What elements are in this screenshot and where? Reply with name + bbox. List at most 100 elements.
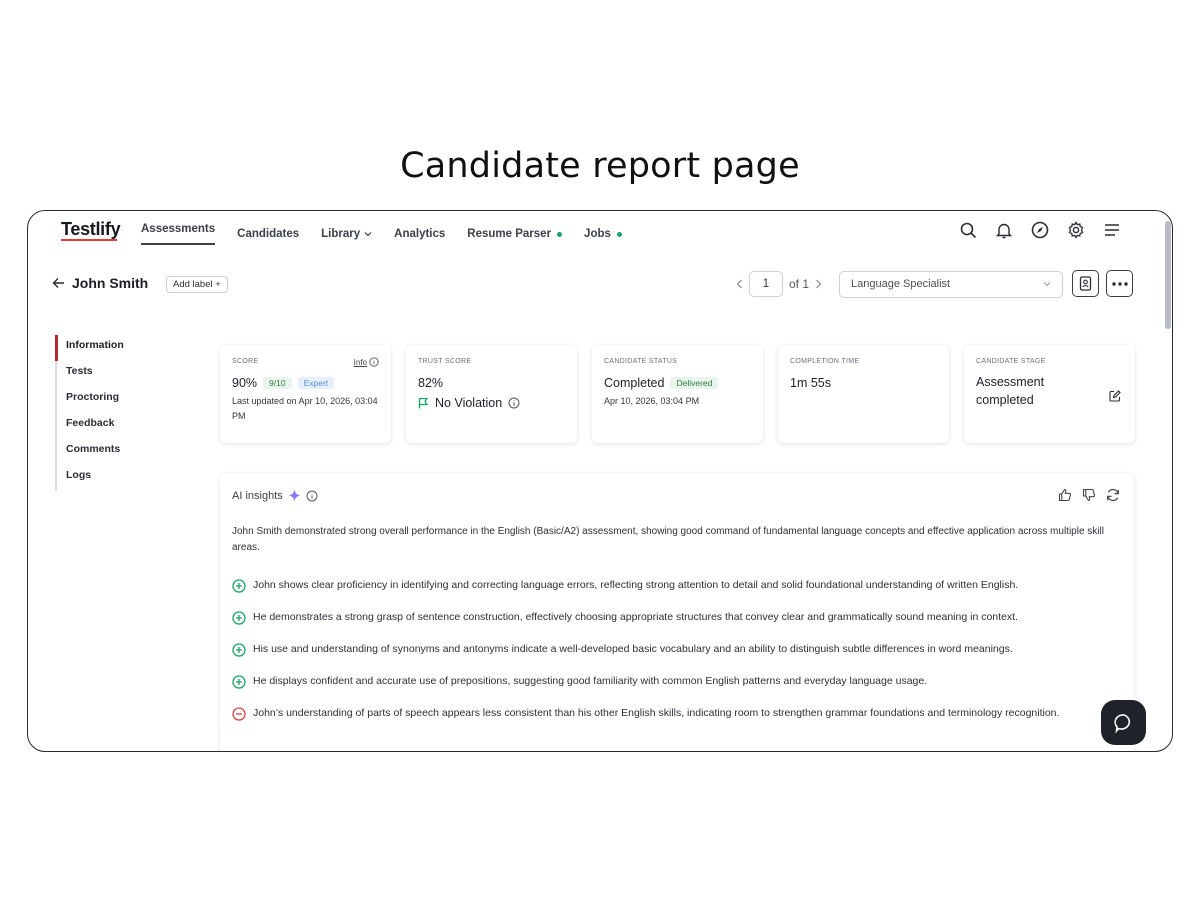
new-dot bbox=[557, 231, 563, 237]
sparkle-icon bbox=[288, 489, 301, 502]
nav-icons bbox=[958, 220, 1122, 240]
plus-circle-icon bbox=[232, 640, 247, 664]
sidebar-item-logs[interactable]: Logs bbox=[57, 465, 124, 491]
insight-item-negative: John’s understanding of parts of speech … bbox=[232, 704, 1124, 728]
trust-value: 82% bbox=[418, 376, 444, 390]
sidebar-item-comments[interactable]: Comments bbox=[57, 439, 124, 465]
edit-icon[interactable] bbox=[1109, 389, 1121, 407]
score-value: 90% bbox=[232, 376, 258, 390]
chevron-left-icon[interactable] bbox=[736, 279, 743, 289]
logo-text: Testlify bbox=[61, 219, 121, 239]
stage-title: CANDIDATE STAGE bbox=[976, 358, 1046, 365]
report-button[interactable] bbox=[1072, 270, 1099, 297]
assessment-select[interactable]: Language Specialist bbox=[839, 271, 1063, 298]
sidebar-item-proctoring[interactable]: Proctoring bbox=[57, 387, 124, 413]
ai-insights-list: John shows clear proficiency in identify… bbox=[232, 576, 1124, 736]
assessment-select-value: Language Specialist bbox=[851, 278, 951, 290]
back-arrow-icon[interactable] bbox=[52, 276, 65, 294]
page-number-input[interactable]: 1 bbox=[749, 271, 783, 297]
nav-analytics[interactable]: Analytics bbox=[394, 223, 445, 245]
trust-score-card: TRUST SCORE 82% No Violation bbox=[406, 345, 577, 443]
top-nav: Testlify Assessments Candidates Library … bbox=[28, 211, 1172, 251]
nav-jobs[interactable]: Jobs bbox=[584, 223, 622, 245]
ai-insights-actions bbox=[1058, 488, 1120, 502]
stage-value: Assessment completed bbox=[976, 375, 1045, 407]
insight-item-positive: His use and understanding of synonyms an… bbox=[232, 640, 1124, 664]
ai-insights-title: AI insights bbox=[232, 489, 283, 502]
chevron-right-icon[interactable] bbox=[815, 279, 822, 289]
score-card: SCORE Info 90% 9/10 Expert Last updated … bbox=[220, 345, 391, 443]
status-badge: Delivered bbox=[670, 377, 719, 389]
status-date: Apr 10, 2026, 03:04 PM bbox=[604, 396, 700, 406]
nav-resume-parser[interactable]: Resume Parser bbox=[467, 223, 563, 245]
more-options-button[interactable] bbox=[1106, 270, 1133, 297]
logo-underline bbox=[61, 239, 117, 241]
nav-assessments-label: Assessments bbox=[141, 223, 216, 235]
score-value-row: 90% 9/10 Expert bbox=[232, 376, 379, 390]
plus-circle-icon bbox=[232, 672, 247, 696]
ai-summary-text: John Smith demonstrated strong overall p… bbox=[232, 526, 1104, 553]
gear-icon[interactable] bbox=[1066, 220, 1086, 240]
ai-insights-header: AI insights bbox=[232, 489, 318, 502]
score-rating-badge: 9/10 bbox=[263, 377, 292, 389]
chat-button[interactable] bbox=[1101, 700, 1146, 745]
thumbs-up-icon[interactable] bbox=[1058, 488, 1072, 502]
info-icon[interactable] bbox=[508, 397, 520, 409]
info-icon bbox=[369, 357, 379, 367]
more-icon bbox=[1111, 281, 1128, 286]
ai-insights-panel: AI insights John Smith demonstrated stro… bbox=[220, 473, 1134, 751]
plus-circle-icon bbox=[232, 608, 247, 632]
candidate-header: John Smith Add label + 1 of 1 Language S… bbox=[28, 269, 1172, 299]
candidate-status-card: CANDIDATE STATUS Completed Delivered Apr… bbox=[592, 345, 763, 443]
page-heading: Candidate report page bbox=[400, 146, 800, 186]
completion-value: 1m 55s bbox=[790, 376, 831, 390]
chevron-down-icon bbox=[364, 232, 372, 237]
chat-icon bbox=[1113, 713, 1130, 734]
completion-title: COMPLETION TIME bbox=[790, 358, 860, 365]
insight-text: He displays confident and accurate use o… bbox=[253, 675, 928, 687]
chevron-down-icon bbox=[1043, 282, 1051, 287]
nav-assessments[interactable]: Assessments bbox=[141, 223, 216, 245]
insight-text: He demonstrates a strong grasp of senten… bbox=[253, 611, 1018, 623]
completion-time-card: COMPLETION TIME 1m 55s bbox=[778, 345, 949, 443]
score-info-label: Info bbox=[353, 357, 367, 367]
app-window: Testlify Assessments Candidates Library … bbox=[27, 210, 1173, 752]
nav-library[interactable]: Library bbox=[321, 223, 372, 245]
compass-icon[interactable] bbox=[1030, 220, 1050, 240]
scrollbar[interactable] bbox=[1165, 221, 1171, 329]
add-label-button[interactable]: Add label + bbox=[166, 276, 228, 293]
report-icon bbox=[1079, 276, 1092, 291]
menu-icon[interactable] bbox=[1102, 220, 1122, 240]
refresh-icon[interactable] bbox=[1106, 488, 1120, 502]
sidebar-item-feedback[interactable]: Feedback bbox=[57, 413, 124, 439]
nav-resume-parser-label: Resume Parser bbox=[467, 228, 552, 240]
nav-analytics-label: Analytics bbox=[394, 228, 446, 240]
score-info-link[interactable]: Info bbox=[354, 357, 379, 367]
sidebar-item-tests[interactable]: Tests bbox=[57, 361, 124, 387]
insight-text: His use and understanding of synonyms an… bbox=[253, 643, 1013, 655]
trust-title: TRUST SCORE bbox=[418, 358, 472, 365]
status-title: CANDIDATE STATUS bbox=[604, 358, 678, 365]
minus-circle-icon bbox=[232, 704, 247, 728]
status-value: Completed bbox=[604, 376, 665, 390]
violation-text: No Violation bbox=[435, 396, 503, 410]
nav-jobs-label: Jobs bbox=[584, 228, 611, 240]
sidebar-item-information[interactable]: Information bbox=[54, 335, 124, 361]
search-icon[interactable] bbox=[958, 220, 978, 240]
logo[interactable]: Testlify bbox=[61, 219, 121, 241]
insight-item-positive: John shows clear proficiency in identify… bbox=[232, 576, 1124, 600]
report-sidebar: Information Tests Proctoring Feedback Co… bbox=[54, 335, 124, 491]
bell-icon[interactable] bbox=[994, 220, 1014, 240]
thumbs-down-icon[interactable] bbox=[1082, 488, 1096, 502]
insight-item-positive: He demonstrates a strong grasp of senten… bbox=[232, 608, 1124, 632]
nav-candidates[interactable]: Candidates bbox=[237, 223, 299, 245]
flag-icon bbox=[418, 397, 429, 409]
violation-row: No Violation bbox=[418, 396, 565, 410]
nav-links: Assessments Candidates Library Analytics… bbox=[141, 223, 644, 245]
score-updated: Last updated on Apr 10, 2026, 03:04 PM bbox=[232, 396, 378, 421]
summary-cards: SCORE Info 90% 9/10 Expert Last updated … bbox=[220, 345, 1135, 443]
status-value-row: Completed Delivered bbox=[604, 376, 751, 390]
new-dot bbox=[616, 231, 622, 237]
nav-library-label: Library bbox=[321, 228, 361, 240]
info-icon[interactable] bbox=[306, 490, 318, 502]
